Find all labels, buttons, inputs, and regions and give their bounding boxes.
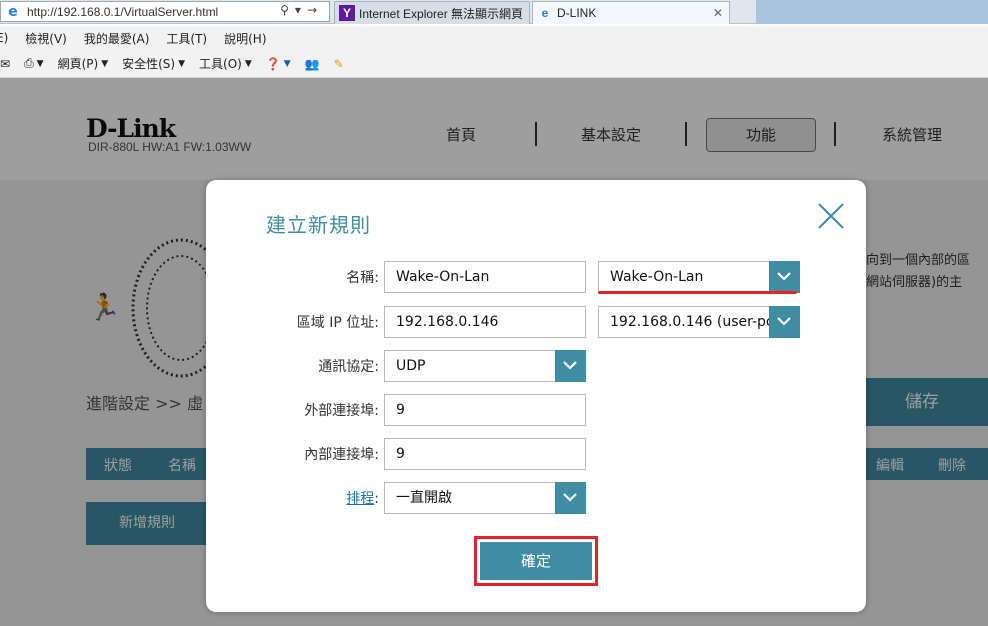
tab-ie-error[interactable]: Y Internet Explorer 無法顯示網頁 xyxy=(334,1,530,24)
tab-label: D-LINK xyxy=(557,6,597,20)
ok-button[interactable]: 確定 xyxy=(480,542,592,580)
external-port-label: 外部連接埠: xyxy=(304,403,379,419)
close-icon[interactable] xyxy=(817,202,845,230)
tab-label: Internet Explorer 無法顯示網頁 xyxy=(359,6,524,21)
protocol-select-value: UDP xyxy=(396,358,426,374)
tab-strip-background xyxy=(756,0,988,24)
schedule-select-value: 一直開啟 xyxy=(396,490,452,506)
menu-item-edit[interactable]: E) xyxy=(0,31,8,45)
computer-select[interactable]: 192.168.0.146 (user-pc) xyxy=(598,306,800,338)
application-select[interactable]: Wake-On-Lan xyxy=(598,261,800,293)
schedule-label-colon: : xyxy=(374,491,379,507)
schedule-link[interactable]: 排程 xyxy=(346,491,374,507)
messenger-icon[interactable]: 👥 xyxy=(305,57,320,71)
schedule-label: 排程: xyxy=(346,488,379,508)
dialog-title: 建立新規則 xyxy=(266,213,371,237)
chevron-down-icon[interactable] xyxy=(555,482,586,514)
safety-menu-label: 安全性(S) xyxy=(122,57,176,71)
menu-item-help[interactable]: 說明(H) xyxy=(224,30,266,47)
page-menu[interactable]: 網頁(P) ▼ xyxy=(58,55,109,72)
mail-icon[interactable]: ✉ xyxy=(0,57,10,71)
research-icon[interactable]: ✎ xyxy=(334,57,344,71)
chevron-down-icon[interactable] xyxy=(769,261,800,293)
address-bar[interactable]: e http://192.168.0.1/VirtualServer.html … xyxy=(0,1,330,22)
page-menu-label: 網頁(P) xyxy=(57,57,99,71)
tools-menu[interactable]: 工具(O) ▼ xyxy=(199,55,252,72)
print-icon[interactable]: ⎙ ▼ xyxy=(24,56,44,71)
name-input[interactable]: Wake-On-Lan xyxy=(384,261,586,293)
computer-select-value: 192.168.0.146 (user-pc) xyxy=(610,314,780,330)
application-select-value: Wake-On-Lan xyxy=(610,269,704,285)
tab-dlink[interactable]: e D-LINK ✕ xyxy=(532,1,730,24)
schedule-select[interactable]: 一直開啟 xyxy=(384,482,586,514)
command-bar: ✉ ⎙ ▼ 網頁(P) ▼ 安全性(S) ▼ 工具(O) ▼ ❓ ▼ 👥 ✎ xyxy=(0,50,988,78)
ie-logo-icon: e xyxy=(541,6,549,20)
menu-bar: E) 檢視(V) 我的最愛(A) 工具(T) 說明(H) xyxy=(0,26,988,50)
protocol-label: 通訊協定: xyxy=(318,359,379,375)
address-url[interactable]: http://192.168.0.1/VirtualServer.html xyxy=(27,5,218,19)
chevron-down-icon[interactable] xyxy=(769,306,800,338)
ie-logo-icon: e xyxy=(8,3,18,20)
ip-label: 區域 IP 位址: xyxy=(296,315,379,331)
yahoo-icon: Y xyxy=(339,5,355,21)
menu-item-tools[interactable]: 工具(T) xyxy=(166,30,207,47)
address-controls[interactable]: ⚲▾→ xyxy=(280,3,323,17)
external-port-input[interactable]: 9 xyxy=(384,394,586,426)
create-rule-dialog: 建立新規則 名稱: Wake-On-Lan Wake-On-Lan 區域 IP … xyxy=(206,180,866,612)
help-icon[interactable]: ❓ ▼ xyxy=(266,57,291,71)
browser-tab-bar: e http://192.168.0.1/VirtualServer.html … xyxy=(0,0,988,24)
ok-button-highlight: 確定 xyxy=(474,536,598,586)
safety-menu[interactable]: 安全性(S) ▼ xyxy=(122,55,185,72)
chevron-down-icon[interactable] xyxy=(555,350,586,382)
menu-item-favorites[interactable]: 我的最愛(A) xyxy=(84,30,150,47)
highlight-underline xyxy=(598,291,797,294)
protocol-select[interactable]: UDP xyxy=(384,350,586,382)
menu-item-view[interactable]: 檢視(V) xyxy=(25,30,67,47)
tools-menu-label: 工具(O) xyxy=(199,57,242,71)
internal-port-label: 內部連接埠: xyxy=(304,447,379,463)
ip-input[interactable]: 192.168.0.146 xyxy=(384,306,586,338)
name-label: 名稱: xyxy=(346,270,379,286)
internal-port-input[interactable]: 9 xyxy=(384,438,586,470)
close-icon[interactable]: ✕ xyxy=(713,6,723,20)
